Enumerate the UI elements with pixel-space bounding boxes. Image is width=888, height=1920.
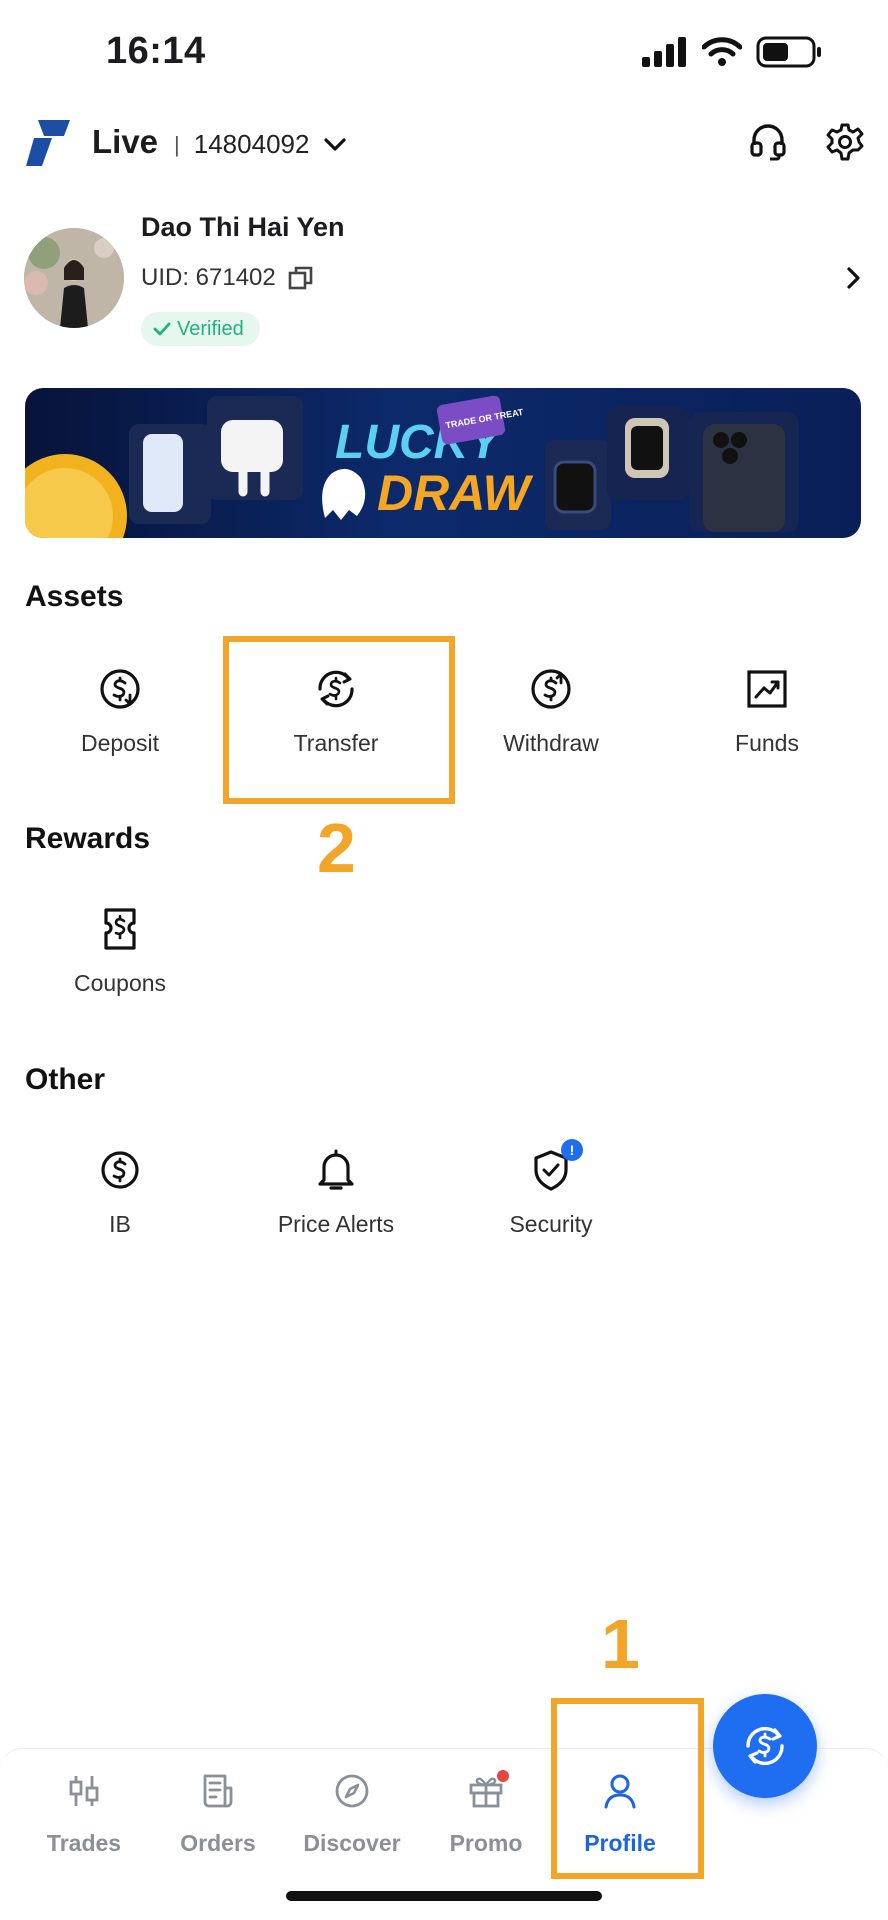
step-number-2: 2 [317,809,356,887]
banner-line2: DRAW [377,465,534,521]
assets-title: Assets [25,580,124,613]
security-alert-badge: ! [561,1139,583,1161]
copy-icon[interactable] [288,265,314,291]
price-alerts-label: Price Alerts [277,1211,395,1237]
avatar[interactable] [24,228,124,328]
funds-chart-icon [747,670,787,708]
nav-trades-label: Trades [46,1830,122,1856]
security-alert-badge-text: ! [569,1142,575,1158]
status-icons [642,36,822,68]
security-button[interactable]: ! Security [443,1139,659,1238]
account-number[interactable]: 14804092 [194,129,310,160]
chevron-right-icon[interactable] [846,266,862,290]
rewards-title: Rewards [25,822,151,855]
coupons-label: Coupons [73,970,167,996]
withdraw-button[interactable]: Withdraw [443,664,659,757]
ib-icon [101,1151,139,1189]
nav-discover[interactable]: Discover [285,1770,419,1857]
user-uid: UID: 671402 [141,264,276,291]
quick-deposit-fab[interactable] [713,1694,817,1798]
uid-row: UID: 671402 [141,264,314,292]
verified-label: Verified [177,317,244,340]
deposit-icon [100,669,140,709]
avatar-photo [24,228,124,328]
promo-notification-dot [497,1770,509,1782]
bell-icon [318,1149,354,1190]
withdraw-label: Withdraw [503,730,599,756]
funds-button[interactable]: Funds [659,664,875,757]
nav-promo-label: Promo [449,1830,523,1856]
other-title: Other [25,1063,106,1096]
promo-banner[interactable]: LUCKY TRADE OR TREAT DRAW [25,388,861,538]
battery-icon [756,36,821,68]
price-alerts-button[interactable]: Price Alerts [228,1145,444,1238]
highlight-box-transfer [223,636,455,804]
gear-icon[interactable] [826,123,864,161]
headset-support-icon[interactable] [750,123,786,161]
coupon-icon [104,908,136,950]
ib-button[interactable]: IB [12,1145,228,1238]
orders-icon [203,1774,233,1808]
nav-orders-label: Orders [180,1830,256,1856]
home-indicator [286,1891,602,1901]
verified-badge: Verified [141,312,260,346]
app-header: Live | 14804092 [24,112,864,172]
deposit-label: Deposit [81,730,159,756]
coupons-button[interactable]: Coupons [12,904,228,997]
ib-label: IB [109,1211,131,1237]
funds-label: Funds [735,730,799,756]
security-label: Security [509,1211,593,1237]
step-number-1: 1 [601,1605,640,1683]
nav-trades[interactable]: Trades [17,1770,151,1857]
user-name: Dao Thi Hai Yen [141,212,345,242]
account-separator: | [174,132,180,157]
lucky-draw-artwork: LUCKY TRADE OR TREAT DRAW [25,395,799,538]
nav-orders[interactable]: Orders [151,1770,285,1857]
account-type: Live [92,123,159,160]
chevron-down-icon[interactable] [323,137,347,153]
wifi-icon [702,37,742,66]
candlestick-icon [69,1776,99,1806]
withdraw-icon [531,669,571,709]
highlight-box-profile [551,1698,704,1879]
cellular-signal-icon [642,37,686,67]
nav-promo[interactable]: Promo [419,1770,553,1857]
app-logo [26,120,70,166]
status-time: 16:14 [106,30,206,72]
compass-icon [335,1774,369,1808]
currency-exchange-icon [746,1726,784,1766]
deposit-button[interactable]: Deposit [12,664,228,757]
check-icon [153,322,171,336]
nav-discover-label: Discover [303,1830,401,1856]
